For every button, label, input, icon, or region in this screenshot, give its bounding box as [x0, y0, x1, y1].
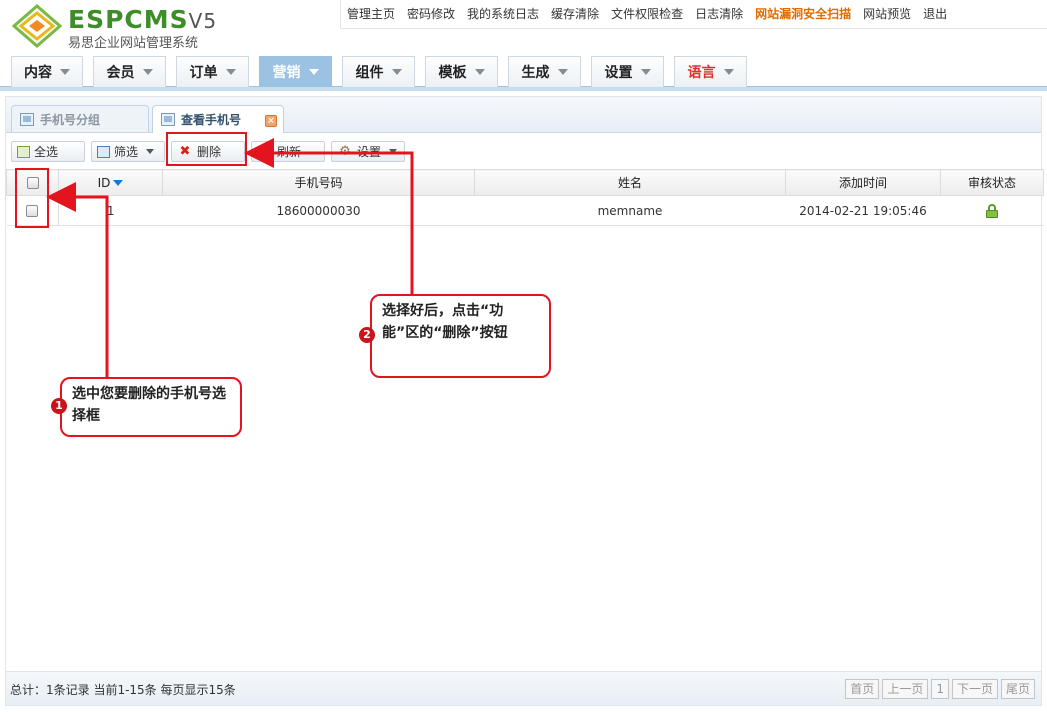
logo-wordmark: ESPCMSV5 [68, 5, 218, 34]
close-icon[interactable]: × [265, 115, 277, 127]
pager: 首页 上一页 1 下一页 尾页 [845, 679, 1035, 699]
chevron-down-icon [308, 69, 319, 75]
logo: ESPCMSV5 易思企业网站管理系统 [10, 4, 240, 51]
chevron-down-icon [389, 149, 398, 154]
menu-components[interactable]: 组件 [342, 56, 415, 87]
pager-page[interactable]: 1 [931, 679, 949, 699]
table-header-row: ID 手机号码 姓名 添加时间 审核状态 [6, 169, 1044, 196]
step1-badge: 1 [51, 398, 67, 414]
top-nav-file-permission[interactable]: 文件权限检查 [605, 0, 689, 28]
tab-view-phones[interactable]: 查看手机号 × [152, 105, 284, 133]
column-header-name: 姓名 [474, 169, 786, 196]
top-nav-site-preview[interactable]: 网站预览 [857, 0, 917, 28]
tab-bar: 手机号分组 查看手机号 × [6, 97, 1041, 133]
menu-generate[interactable]: 生成 [508, 56, 581, 87]
window-icon [161, 113, 175, 126]
cell-name: memname [474, 195, 786, 226]
filter-button[interactable]: 筛选 [91, 141, 165, 162]
chevron-down-icon [723, 69, 734, 75]
top-nav-logout[interactable]: 退出 [917, 0, 953, 28]
annotation-checkbox-highlight [15, 168, 49, 228]
unlocked-icon[interactable] [986, 203, 998, 218]
top-nav-clear-cache[interactable]: 缓存清除 [545, 0, 605, 28]
pager-next[interactable]: 下一页 [951, 679, 998, 699]
menu-templates[interactable]: 模板 [425, 56, 498, 87]
chevron-down-icon [557, 69, 568, 75]
settings-button[interactable]: ⚙ 设置 [331, 141, 405, 162]
gear-icon: ⚙ [339, 143, 351, 159]
top-nav-password[interactable]: 密码修改 [401, 0, 461, 28]
chevron-down-icon [146, 149, 155, 154]
annotation-step1-callout: 选中您要删除的手机号选择框 [60, 377, 242, 437]
menu-settings[interactable]: 设置 [591, 56, 664, 87]
chevron-down-icon [142, 69, 153, 75]
select-all-button[interactable]: 全选 [11, 141, 85, 162]
phone-table: ID 手机号码 姓名 添加时间 审核状态 1 18600000030 memna… [6, 169, 1044, 226]
column-header-status: 审核状态 [940, 169, 1044, 196]
menu-marketing[interactable]: 营销 [259, 56, 332, 87]
refresh-icon: ⟲ [259, 143, 271, 159]
table-row: 1 18600000030 memname 2014-02-21 19:05:4… [6, 195, 1044, 226]
menu-content[interactable]: 内容 [11, 56, 83, 87]
column-header-phone: 手机号码 [162, 169, 475, 196]
cell-phone: 18600000030 [162, 195, 475, 226]
chevron-down-icon [225, 69, 236, 75]
top-nav-home[interactable]: 管理主页 [341, 0, 401, 28]
chevron-down-icon [474, 69, 485, 75]
refresh-button[interactable]: ⟲ 刷新 [251, 141, 325, 162]
pager-first[interactable]: 首页 [845, 679, 880, 699]
top-nav: 管理主页 密码修改 我的系统日志 缓存清除 文件权限检查 日志清除 网站漏洞安全… [340, 0, 953, 28]
column-header-id[interactable]: ID [58, 169, 163, 196]
top-nav-security-scan[interactable]: 网站漏洞安全扫描 [749, 0, 857, 28]
footer-bar: 总计：1条记录 当前1-15条 每页显示15条 首页 上一页 1 下一页 尾页 [6, 671, 1041, 705]
top-nav-clear-log[interactable]: 日志清除 [689, 0, 749, 28]
tab-phone-groups[interactable]: 手机号分组 [11, 105, 149, 132]
column-header-added: 添加时间 [785, 169, 941, 196]
chevron-down-icon [60, 69, 70, 75]
chevron-down-icon [640, 69, 651, 75]
cell-id: 1 [58, 195, 163, 226]
cell-status [940, 195, 1044, 226]
sort-down-icon [113, 179, 124, 186]
menu-member[interactable]: 会员 [93, 56, 166, 87]
annotation-step2-callout: 选择好后，点击“功能”区的“删除”按钮 [370, 294, 551, 378]
main-nav: 内容 会员 订单 营销 组件 模板 生成 设置 语言 [0, 56, 1047, 91]
cell-added: 2014-02-21 19:05:46 [785, 195, 941, 226]
logo-subtitle: 易思企业网站管理系统 [68, 36, 199, 51]
pager-prev[interactable]: 上一页 [882, 679, 929, 699]
espcms-logo-icon [11, 4, 63, 48]
menu-language[interactable]: 语言 [674, 56, 747, 87]
filter-icon [97, 145, 110, 158]
select-all-icon [17, 145, 30, 158]
toolbar: 全选 筛选 ✖ 删除 ⟲ 刷新 ⚙ 设置 [6, 133, 1041, 167]
step2-badge: 2 [359, 327, 375, 343]
menu-order[interactable]: 订单 [176, 56, 249, 87]
pager-last[interactable]: 尾页 [1000, 679, 1035, 699]
top-nav-divider [340, 28, 1047, 29]
top-nav-my-log[interactable]: 我的系统日志 [461, 0, 545, 28]
window-icon [20, 112, 34, 126]
chevron-down-icon [391, 69, 402, 75]
annotation-delete-highlight [166, 132, 247, 166]
record-summary: 总计：1条记录 当前1-15条 每页显示15条 [10, 683, 236, 697]
